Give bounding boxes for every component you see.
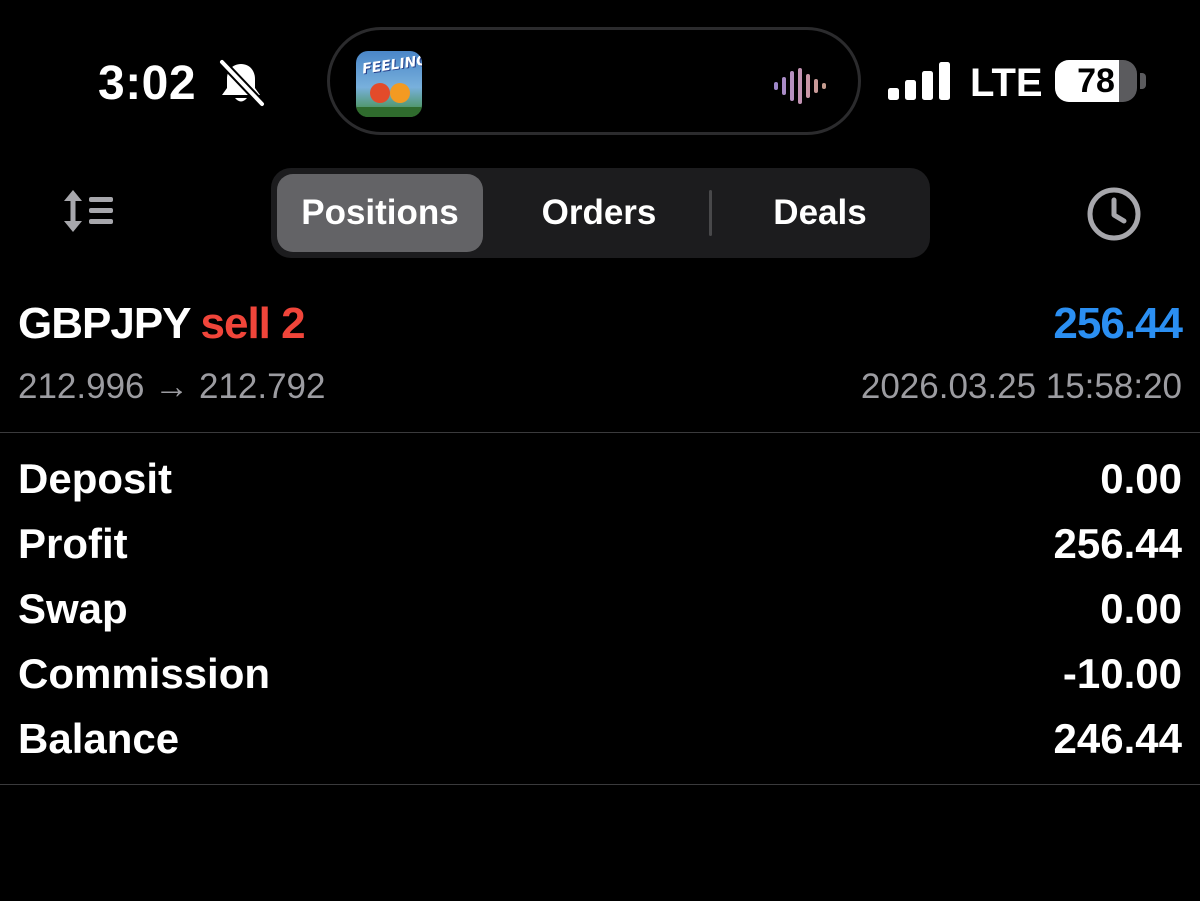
position-title: GBPJPY sell 2 bbox=[18, 296, 306, 352]
summary-row-commission: Commission -10.00 bbox=[0, 643, 1200, 708]
position-row[interactable]: GBPJPY sell 2 256.44 212.996 → 212.792 20… bbox=[0, 290, 1200, 433]
tab-deals[interactable]: Deals bbox=[715, 174, 925, 252]
sort-list-icon[interactable] bbox=[62, 188, 116, 234]
position-time: 2026.03.25 15:58:20 bbox=[860, 367, 1182, 406]
battery-percent: 78 bbox=[1077, 62, 1115, 100]
summary-value: 0.00 bbox=[1100, 455, 1182, 502]
dynamic-island[interactable]: FEELING bbox=[327, 27, 861, 135]
cellular-signal-icon bbox=[888, 62, 950, 100]
summary-row-balance: Balance 246.44 bbox=[0, 708, 1200, 773]
summary-value: 246.44 bbox=[1053, 715, 1182, 762]
tab-orders[interactable]: Orders bbox=[493, 174, 705, 252]
clock-icon[interactable] bbox=[1084, 184, 1144, 244]
album-art[interactable]: FEELING bbox=[356, 51, 422, 117]
position-symbol: GBPJPY bbox=[18, 299, 192, 348]
summary-row-profit: Profit 256.44 bbox=[0, 513, 1200, 578]
summary-row-swap: Swap 0.00 bbox=[0, 578, 1200, 643]
position-prices: 212.996 → 212.792 bbox=[18, 367, 326, 406]
album-art-text: FEELING bbox=[361, 52, 422, 78]
summary-label: Profit bbox=[18, 520, 128, 567]
summary-label: Balance bbox=[18, 715, 180, 762]
summary-row-deposit: Deposit 0.00 bbox=[0, 448, 1200, 513]
row-divider bbox=[0, 432, 1200, 433]
status-bar: 3:02 FEELING LTE 78 bbox=[0, 0, 1200, 150]
album-art-ground bbox=[356, 107, 422, 117]
status-time: 3:02 bbox=[98, 57, 197, 110]
summary-label: Commission bbox=[18, 650, 271, 697]
summary-label: Swap bbox=[18, 585, 128, 632]
segmented-control: Positions Orders Deals bbox=[271, 168, 930, 258]
summary-divider bbox=[0, 784, 1200, 785]
album-art-figure bbox=[370, 83, 390, 103]
summary-value: 256.44 bbox=[1053, 520, 1182, 567]
account-summary: Deposit 0.00 Profit 256.44 Swap 0.00 Com… bbox=[0, 448, 1200, 773]
bell-slash-icon bbox=[218, 58, 266, 108]
battery-icon: 78 bbox=[1055, 60, 1137, 102]
summary-label: Deposit bbox=[18, 455, 173, 502]
album-art-figure bbox=[390, 83, 410, 103]
waveform-icon bbox=[774, 68, 826, 104]
summary-value: -10.00 bbox=[1062, 650, 1182, 697]
battery-cap bbox=[1140, 73, 1146, 89]
segment-divider bbox=[709, 190, 712, 236]
tab-positions[interactable]: Positions bbox=[277, 174, 483, 252]
summary-value: 0.00 bbox=[1100, 585, 1182, 632]
position-side: sell 2 bbox=[200, 299, 306, 348]
position-profit: 256.44 bbox=[1053, 299, 1183, 348]
network-type: LTE bbox=[970, 61, 1043, 105]
